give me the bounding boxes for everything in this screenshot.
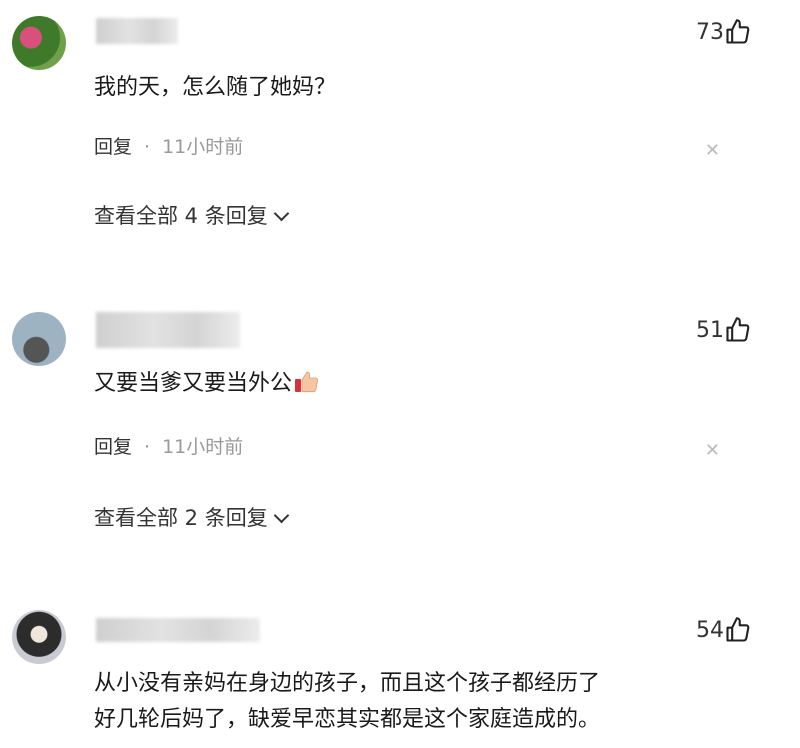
close-icon[interactable]: ✕ (705, 140, 720, 161)
comment-meta: 回复 · 11小时前 (94, 132, 243, 159)
like-count: 54 (696, 618, 724, 643)
thumbs-up-outline-icon[interactable] (724, 18, 752, 46)
comment-meta: 回复 · 11小时前 (94, 432, 243, 459)
thumbs-up-emoji (295, 371, 319, 393)
username-blurred[interactable] (96, 618, 260, 642)
like-count: 51 (696, 318, 724, 343)
comment-text-line: 好几轮后妈了，缺爱早恋其实都是这个家庭造成的。 (94, 707, 601, 732)
comment-text: 又要当爹又要当外公 (94, 371, 293, 396)
timestamp: 11小时前 (162, 136, 244, 158)
comment-text: 从小没有亲妈在身边的孩子，而且这个孩子都经历了 好几轮后妈了，缺爱早恋其实都是这… (94, 666, 760, 738)
comment-item: 54 从小没有亲妈在身边的孩子，而且这个孩子都经历了 好几轮后妈了，缺爱早恋其实… (0, 600, 800, 748)
comment-item: 73 我的天，怎么随了她妈？ 回复 · 11小时前 ✕ 查看全部 4 条回复 (0, 0, 800, 290)
view-all-replies-button[interactable]: 查看全部 2 条回复 (94, 502, 289, 532)
comment-text-row: 又要当爹又要当外公 (94, 366, 730, 402)
username-blurred[interactable] (96, 312, 240, 348)
separator-dot: · (144, 436, 151, 458)
comment-text-line: 从小没有亲妈在身边的孩子，而且这个孩子都经历了 (94, 671, 601, 696)
avatar[interactable] (12, 16, 66, 70)
comment-text: 我的天，怎么随了她妈？ (94, 75, 337, 100)
view-all-replies-button[interactable]: 查看全部 4 条回复 (94, 200, 289, 230)
view-all-replies-label: 查看全部 2 条回复 (94, 506, 268, 530)
separator-dot: · (144, 136, 151, 158)
view-all-replies-label: 查看全部 4 条回复 (94, 204, 268, 228)
timestamp: 11小时前 (162, 436, 244, 458)
reply-button[interactable]: 回复 (94, 436, 132, 458)
avatar[interactable] (12, 312, 66, 366)
avatar[interactable] (12, 610, 66, 664)
thumbs-up-outline-icon[interactable] (724, 316, 752, 344)
thumbs-up-outline-icon[interactable] (724, 616, 752, 644)
close-icon[interactable]: ✕ (705, 440, 720, 461)
chevron-down-icon (273, 205, 289, 222)
like-count: 73 (696, 20, 724, 45)
username-blurred[interactable] (96, 18, 178, 44)
comment-item: 51 又要当爹又要当外公 回复 · 11小时前 ✕ 查看全部 2 条回复 (0, 300, 800, 590)
chevron-down-icon (273, 507, 289, 524)
reply-button[interactable]: 回复 (94, 136, 132, 158)
